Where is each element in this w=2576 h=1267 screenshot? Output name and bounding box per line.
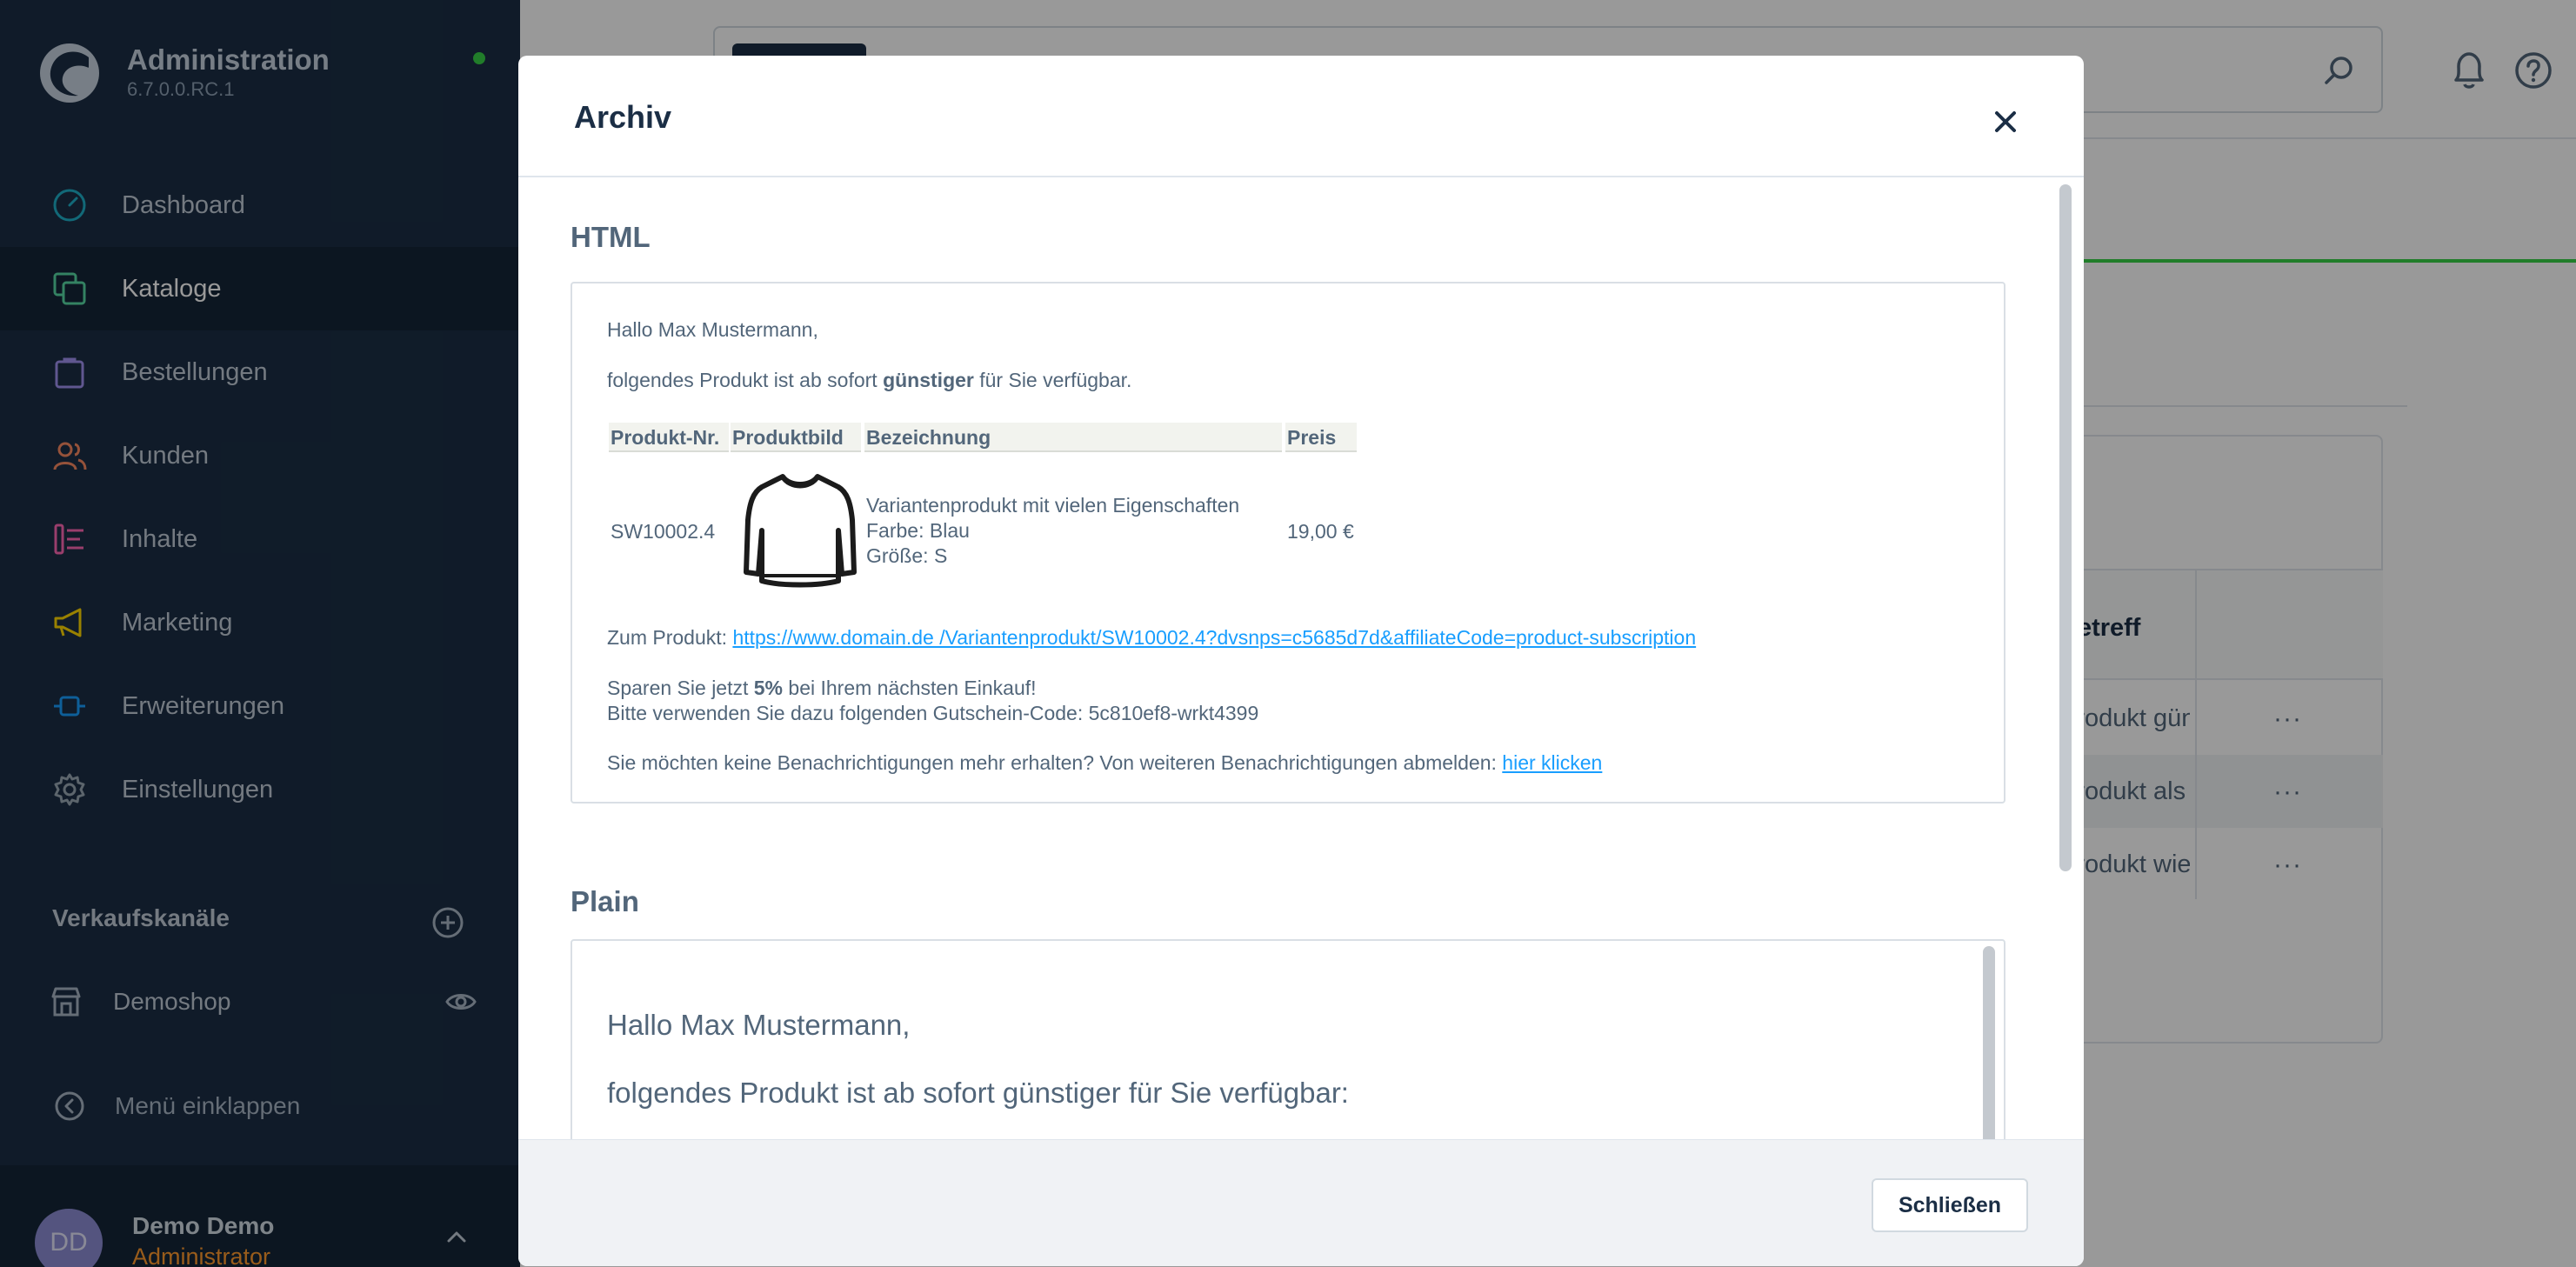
unsubscribe-line: Sie möchten keine Benachrichtigungen meh…	[607, 751, 1602, 775]
product-image	[744, 474, 857, 588]
unsubscribe-text: Sie möchten keine Benachrichtigungen meh…	[607, 751, 1503, 774]
modal-header: Archiv	[518, 56, 2084, 177]
savings-percent: 5%	[753, 677, 784, 699]
archive-modal: Archiv HTML Hallo Max Mustermann, folgen…	[518, 56, 2084, 1266]
plain-greeting: Hallo Max Mustermann,	[607, 1009, 911, 1041]
table-header-cell: Preis	[1285, 423, 1357, 452]
voucher-line: Bitte verwenden Sie dazu folgenden Gutsc…	[607, 702, 1259, 724]
mail-intro-text: folgendes Produkt ist ab sofort	[607, 369, 884, 391]
modal-footer: Schließen	[518, 1139, 2084, 1266]
product-number: SW10002.4	[611, 520, 716, 543]
plain-intro: folgendes Produkt ist ab sofort günstige…	[607, 1077, 1349, 1109]
product-price: 19,00 €	[1287, 520, 1354, 543]
modal-body: HTML Hallo Max Mustermann, folgendes Pro…	[518, 179, 2084, 1139]
product-link[interactable]: https://www.domain.de /Variantenprodukt/…	[732, 626, 1696, 649]
close-button[interactable]: Schließen	[1872, 1178, 2028, 1232]
product-link-line: Zum Produkt: https://www.domain.de /Vari…	[607, 626, 1696, 650]
product-link-label: Zum Produkt:	[607, 626, 733, 649]
savings-text: Sparen Sie jetzt	[607, 677, 754, 699]
product-size: Größe: S	[866, 544, 948, 567]
table-header-cell: Produktbild	[731, 423, 861, 452]
html-section-title: HTML	[571, 221, 651, 253]
mail-intro-emphasis: günstiger	[883, 369, 974, 391]
savings-line: Sparen Sie jetzt 5% bei Ihrem nächsten E…	[607, 677, 1037, 700]
close-icon[interactable]	[1988, 104, 2023, 139]
unsubscribe-link[interactable]: hier klicken	[1502, 751, 1602, 774]
table-header-cell: Bezeichnung	[864, 423, 1282, 452]
plain-text-preview[interactable]: Hallo Max Mustermann, folgendes Produkt …	[571, 939, 2005, 1139]
html-preview: Hallo Max Mustermann, folgendes Produkt …	[571, 282, 2005, 804]
mail-greeting: Hallo Max Mustermann,	[607, 318, 818, 341]
modal-title: Archiv	[574, 99, 672, 135]
savings-text-end: bei Ihrem nächsten Einkauf!	[783, 677, 1037, 699]
product-color: Farbe: Blau	[866, 519, 970, 542]
plain-scrollbar[interactable]	[1983, 946, 1995, 1139]
mail-intro: folgendes Produkt ist ab sofort günstige…	[607, 369, 1131, 392]
mail-intro-text-end: für Sie verfügbar.	[973, 369, 1132, 391]
product-name: Variantenprodukt mit vielen Eigenschafte…	[866, 494, 1240, 517]
plain-section-title: Plain	[571, 885, 639, 917]
table-header-cell: Produkt-Nr.	[609, 423, 729, 452]
modal-scrollbar[interactable]	[2059, 184, 2072, 871]
